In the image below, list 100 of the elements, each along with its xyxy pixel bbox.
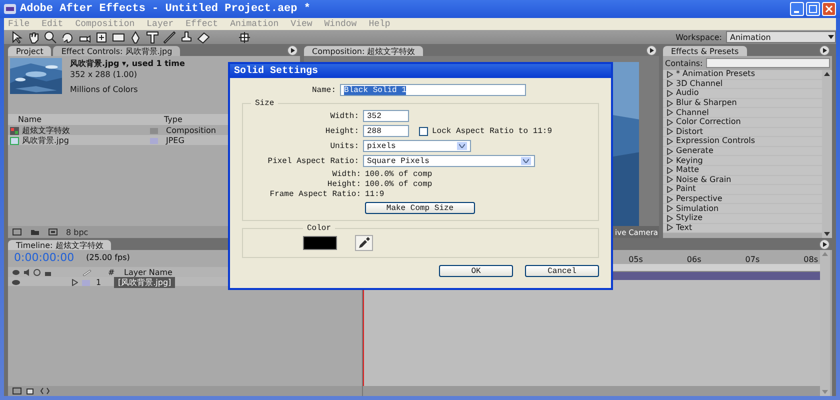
footage-size: 352 x 288 (1.00) [70, 70, 138, 79]
item-name: 超炫文字特效 [22, 125, 71, 136]
dialog-button[interactable]: OK [439, 265, 513, 277]
layer-name: [风吹背景.jpg] [114, 277, 176, 288]
info-value: 100.0% of comp [365, 170, 432, 179]
item-name: 风吹背景.jpg [22, 135, 70, 146]
footage-colors: Millions of Colors [70, 85, 139, 94]
dropdown-arrow-icon[interactable] [457, 142, 467, 150]
time-ruler-label: 07s [745, 255, 760, 264]
horizontal-scrollbar[interactable] [363, 386, 820, 396]
time-ruler-label: 05s [628, 255, 643, 264]
effect-category[interactable]: Paint [663, 185, 822, 195]
modes-toggle-icon[interactable] [26, 387, 36, 395]
units-label: Units: [329, 142, 359, 150]
zoom-tool-icon[interactable] [44, 30, 57, 44]
width-label: Width: [329, 112, 359, 120]
bit-depth[interactable]: 8 bpc [66, 228, 88, 236]
section-title: Size [254, 99, 276, 108]
panel-tab[interactable]: Effects & Presets [663, 46, 747, 56]
panel-menu-icon[interactable] [646, 45, 657, 56]
expand-icon[interactable] [40, 387, 50, 395]
panel-menu-icon[interactable] [819, 45, 830, 56]
hand-tool-icon[interactable] [27, 30, 40, 44]
panel-tab[interactable]: Timeline: 超炫文字特效 [8, 240, 112, 250]
pixel-aspect-dropdown[interactable]: Square Pixels [363, 155, 535, 167]
axis-mode-icon[interactable] [238, 30, 251, 44]
eyedropper-icon[interactable] [355, 235, 373, 251]
panel-tab[interactable]: Composition: 超炫文字特效 [304, 46, 424, 56]
scrollbar[interactable] [822, 70, 832, 238]
item-type: Composition [166, 126, 217, 135]
height-label: Height: [324, 126, 359, 136]
visibility-icon[interactable] [12, 280, 20, 285]
lock-label: Lock Aspect Ratio to 11:9 [432, 126, 552, 136]
frame-rate: (25.00 fps) [86, 252, 130, 262]
info-label: Frame Aspect Ratio: [268, 190, 361, 199]
effect-category[interactable]: Noise & Grain [663, 176, 822, 186]
panel-tab[interactable]: Project [8, 46, 52, 56]
rectangle-tool-icon[interactable] [112, 30, 125, 44]
close-icon [825, 5, 833, 13]
effect-category[interactable]: Generate [663, 146, 822, 156]
window-title: Adobe After Effects - Untitled Project.aep * [20, 3, 310, 15]
info-value: 11:9 [365, 190, 384, 199]
workspace-dropdown[interactable]: Animation [726, 31, 836, 43]
column-header[interactable]: # [108, 268, 124, 276]
effect-category[interactable]: Simulation [663, 204, 822, 214]
composition-icon [10, 126, 19, 134]
minimize-button[interactable] [790, 2, 804, 16]
maximize-button[interactable] [806, 2, 820, 16]
section-title: Color [306, 224, 332, 233]
info-value: 100.0% of comp [365, 180, 432, 189]
search-field[interactable] [706, 58, 830, 68]
expand-triangle-icon[interactable] [72, 279, 78, 286]
column-header[interactable]: Name [18, 115, 148, 124]
maximize-icon [809, 5, 817, 13]
width-field[interactable]: 352 [363, 110, 409, 122]
panel-menu-icon[interactable] [819, 239, 830, 250]
info-label: Height: [326, 180, 361, 189]
effect-category[interactable]: Perspective [663, 194, 822, 204]
type-tool-icon[interactable] [146, 30, 159, 44]
layer-number: 1 [96, 278, 102, 287]
effect-category[interactable]: Color Correction [663, 118, 822, 128]
effect-category[interactable]: Stylize [663, 214, 822, 224]
name-field[interactable]: Black Solid 1 [340, 84, 526, 96]
height-field[interactable]: 288 [363, 125, 409, 137]
stamp-tool-icon[interactable] [180, 30, 193, 44]
app-icon [4, 4, 16, 14]
dropdown-arrow-icon[interactable] [521, 157, 531, 165]
project-item[interactable]: 超炫文字特效 Composition [8, 125, 300, 135]
workspace-label: Workspace: [676, 32, 722, 42]
selection-tool-icon[interactable] [10, 30, 23, 44]
make-comp-size-button[interactable]: Make Comp Size [365, 202, 475, 214]
name-label: Name: [312, 86, 336, 94]
time-ruler-label: 08s [804, 255, 818, 264]
effect-category[interactable]: Distort [663, 128, 822, 138]
footage-name: 风吹背景.jpg ▾, used 1 time [70, 58, 185, 69]
effect-category[interactable]: Keying [663, 156, 822, 166]
effect-category[interactable]: Channel [663, 108, 822, 118]
folder-icon[interactable] [30, 228, 40, 236]
info-label: Width: [331, 170, 361, 179]
contains-label: Contains: [665, 58, 703, 68]
effect-category[interactable]: Audio [663, 89, 822, 99]
dialog-button[interactable]: Cancel [525, 265, 599, 277]
effect-category[interactable]: Text [663, 224, 822, 234]
effect-category[interactable]: 3D Channel [663, 80, 822, 90]
rotate-tool-icon[interactable] [61, 30, 74, 44]
effect-category[interactable]: Blur & Sharpen [663, 98, 822, 108]
units-dropdown[interactable]: pixels [363, 140, 471, 152]
lock-checkbox[interactable] [419, 126, 428, 136]
dialog-title: Solid Settings [234, 66, 318, 76]
pixel-aspect-label: Pixel Aspect Ratio: [266, 156, 359, 166]
effect-category[interactable]: * Animation Presets [663, 70, 822, 80]
panel-tab[interactable]: Effect Controls: 风吹背景.jpg [53, 46, 180, 56]
effect-category[interactable]: Matte [663, 166, 822, 176]
panel-menu-icon[interactable] [287, 45, 298, 56]
footage-icon [10, 136, 19, 144]
close-button[interactable] [822, 2, 836, 16]
new-composition-icon[interactable] [48, 228, 58, 236]
color-swatch[interactable] [303, 236, 337, 250]
item-type: JPEG [166, 136, 186, 145]
effect-category[interactable]: Expression Controls [663, 137, 822, 147]
